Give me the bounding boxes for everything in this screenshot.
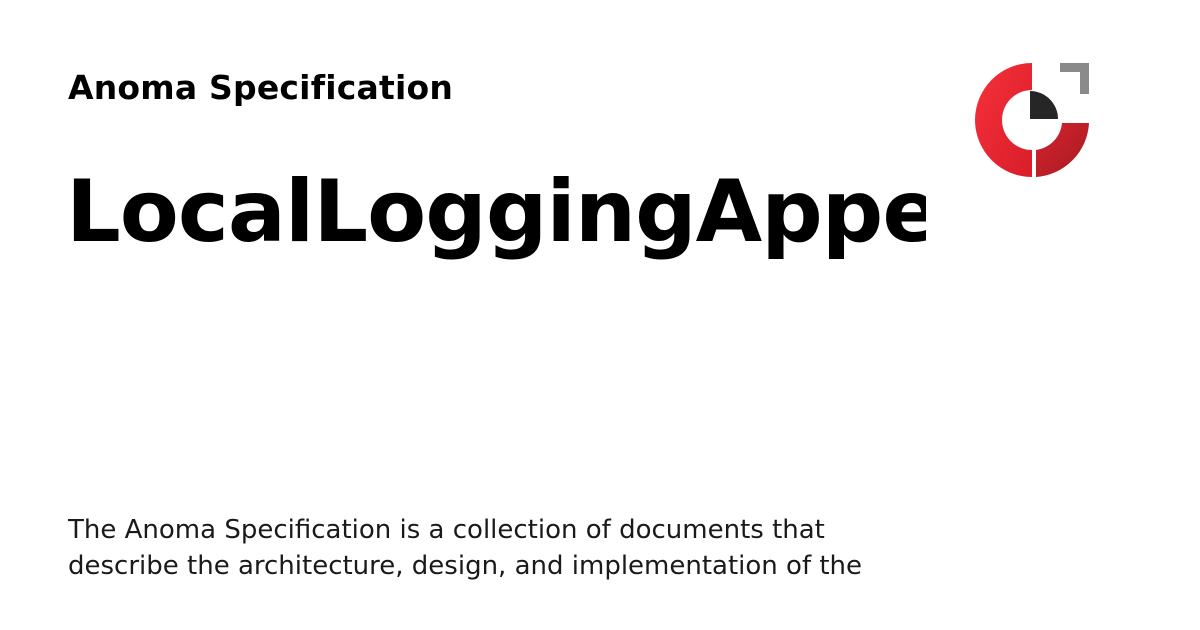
logo-red-arc — [975, 63, 1032, 177]
anoma-logo-icon — [970, 58, 1096, 182]
site-name: Anoma Specification — [68, 68, 454, 107]
logo-gray-corner — [1060, 63, 1089, 94]
page-description: The Anoma Specification is a collection … — [68, 515, 863, 581]
logo-dark-red-arc — [1036, 123, 1089, 177]
logo-black-quarter — [1030, 91, 1058, 119]
page-title: LocalLoggingAppe — [66, 162, 926, 262]
